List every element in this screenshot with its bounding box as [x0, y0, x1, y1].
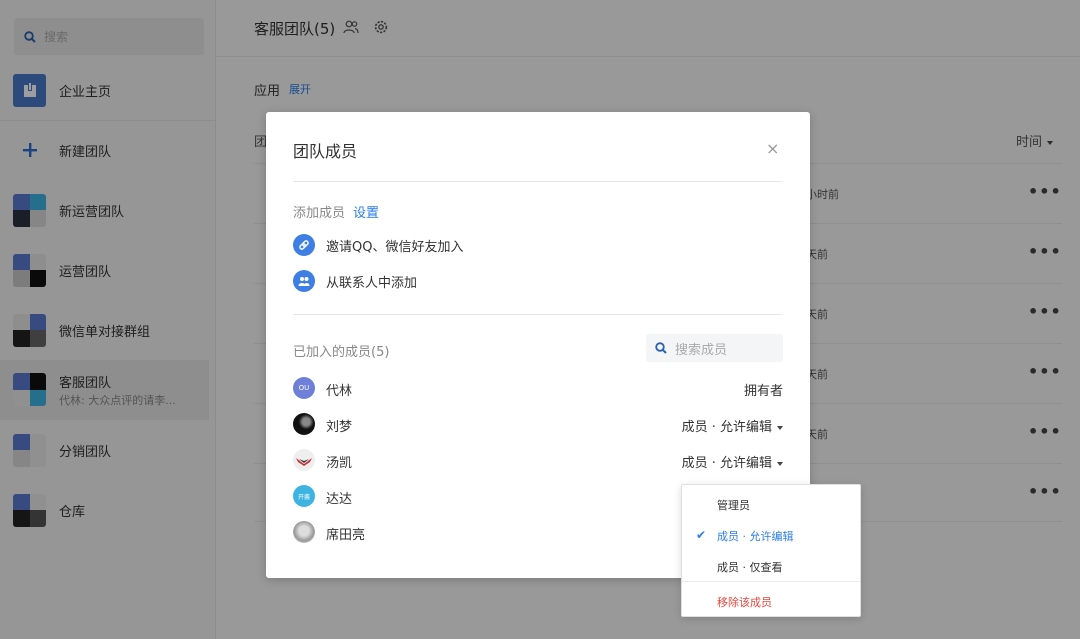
dialog-title: 团队成员	[293, 142, 358, 161]
link-icon	[293, 234, 315, 256]
member-search-input[interactable]: 搜索成员	[646, 334, 783, 362]
dialog-divider	[293, 181, 782, 182]
member-name: 代林	[326, 384, 353, 399]
member-role: 拥有者	[743, 384, 783, 399]
caret-down-icon	[777, 425, 783, 430]
member-role: 成员 · 允许编辑	[681, 456, 772, 471]
menu-item-member-view[interactable]: 成员 · 仅查看	[682, 551, 860, 579]
member-search-placeholder: 搜索成员	[675, 342, 728, 358]
invite-friends-button[interactable]: 邀请QQ、微信好友加入	[293, 234, 463, 256]
menu-divider	[682, 581, 860, 582]
menu-item-remove-member[interactable]: 移除该成员	[682, 586, 860, 614]
add-from-contacts-button[interactable]: 从联系人中添加	[293, 270, 417, 292]
close-icon[interactable]: ×	[766, 139, 779, 158]
member-name: 刘梦	[326, 420, 353, 435]
avatar	[293, 413, 315, 435]
avatar: OU	[293, 377, 315, 399]
contacts-icon	[293, 270, 315, 292]
member-name: 达达	[326, 492, 353, 507]
member-role-dropdown[interactable]: 成员 · 允许编辑	[682, 416, 783, 435]
settings-link[interactable]: 设置	[353, 202, 379, 221]
member-name: 汤凯	[326, 456, 353, 471]
menu-item-label: 管理员	[717, 499, 750, 512]
member-row: 刘梦 成员 · 允许编辑	[293, 413, 783, 437]
invite-friends-label: 邀请QQ、微信好友加入	[326, 239, 464, 255]
role-dropdown-menu: 管理员 ✔ 成员 · 允许编辑 成员 · 仅查看 移除该成员	[681, 484, 861, 617]
avatar	[293, 521, 315, 543]
menu-item-member-edit[interactable]: ✔ 成员 · 允许编辑	[682, 520, 860, 548]
joined-members-label: 已加入的成员(5)	[293, 345, 390, 360]
member-row: 汤凯 成员 · 允许编辑	[293, 449, 783, 473]
caret-down-icon	[777, 461, 783, 466]
menu-item-label: 成员 · 仅查看	[717, 561, 783, 574]
avatar	[293, 449, 315, 471]
member-role-dropdown[interactable]: 成员 · 允许编辑	[682, 452, 783, 471]
member-role: 成员 · 允许编辑	[681, 420, 772, 435]
member-name: 席田亮	[326, 528, 366, 543]
avatar: 开酱	[293, 485, 315, 507]
add-members-label: 添加成员	[293, 206, 346, 221]
dialog-divider	[293, 314, 782, 315]
member-row: OU 代林 拥有者	[293, 377, 783, 401]
menu-item-admin[interactable]: 管理员	[682, 489, 860, 517]
search-icon	[655, 342, 667, 354]
add-from-contacts-label: 从联系人中添加	[326, 275, 418, 291]
menu-item-label: 移除该成员	[717, 596, 772, 609]
check-icon: ✔	[696, 528, 707, 542]
menu-item-label: 成员 · 允许编辑	[717, 530, 794, 543]
